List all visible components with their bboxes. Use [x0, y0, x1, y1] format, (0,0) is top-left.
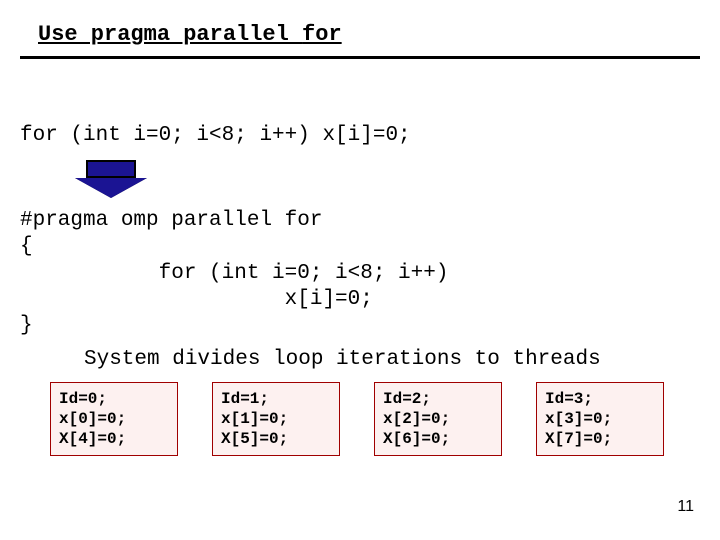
- page-number: 11: [677, 498, 694, 516]
- thread-id: Id=0;: [59, 390, 107, 408]
- code-before: for (int i=0; i<8; i++) x[i]=0;: [20, 124, 411, 147]
- thread-line: x[1]=0;: [221, 410, 288, 428]
- thread-id: Id=2;: [383, 390, 431, 408]
- slide-title-wrap: Use pragma parallel for: [38, 22, 682, 47]
- thread-id: Id=3;: [545, 390, 593, 408]
- caption-text: System divides loop iterations to thread…: [84, 348, 601, 371]
- thread-line: X[6]=0;: [383, 430, 450, 448]
- title-divider: [20, 56, 700, 59]
- thread-line: X[7]=0;: [545, 430, 612, 448]
- thread-line: x[3]=0;: [545, 410, 612, 428]
- thread-box-3: Id=3; x[3]=0; X[7]=0;: [536, 382, 664, 456]
- thread-box-2: Id=2; x[2]=0; X[6]=0;: [374, 382, 502, 456]
- thread-id: Id=1;: [221, 390, 269, 408]
- thread-line: x[2]=0;: [383, 410, 450, 428]
- thread-boxes: Id=0; x[0]=0; X[4]=0; Id=1; x[1]=0; X[5]…: [50, 382, 664, 456]
- thread-line: X[5]=0;: [221, 430, 288, 448]
- title-prefix: Use pragma parallel: [38, 22, 302, 47]
- code-after: #pragma omp parallel for { for (int i=0;…: [20, 208, 448, 339]
- slide-title: Use pragma parallel for: [38, 22, 342, 47]
- thread-line: x[0]=0;: [59, 410, 126, 428]
- thread-box-1: Id=1; x[1]=0; X[5]=0;: [212, 382, 340, 456]
- title-keyword: for: [302, 22, 342, 47]
- thread-box-0: Id=0; x[0]=0; X[4]=0;: [50, 382, 178, 456]
- thread-line: X[4]=0;: [59, 430, 126, 448]
- down-arrow-icon: [86, 160, 147, 198]
- slide: Use pragma parallel for for (int i=0; i<…: [0, 0, 720, 540]
